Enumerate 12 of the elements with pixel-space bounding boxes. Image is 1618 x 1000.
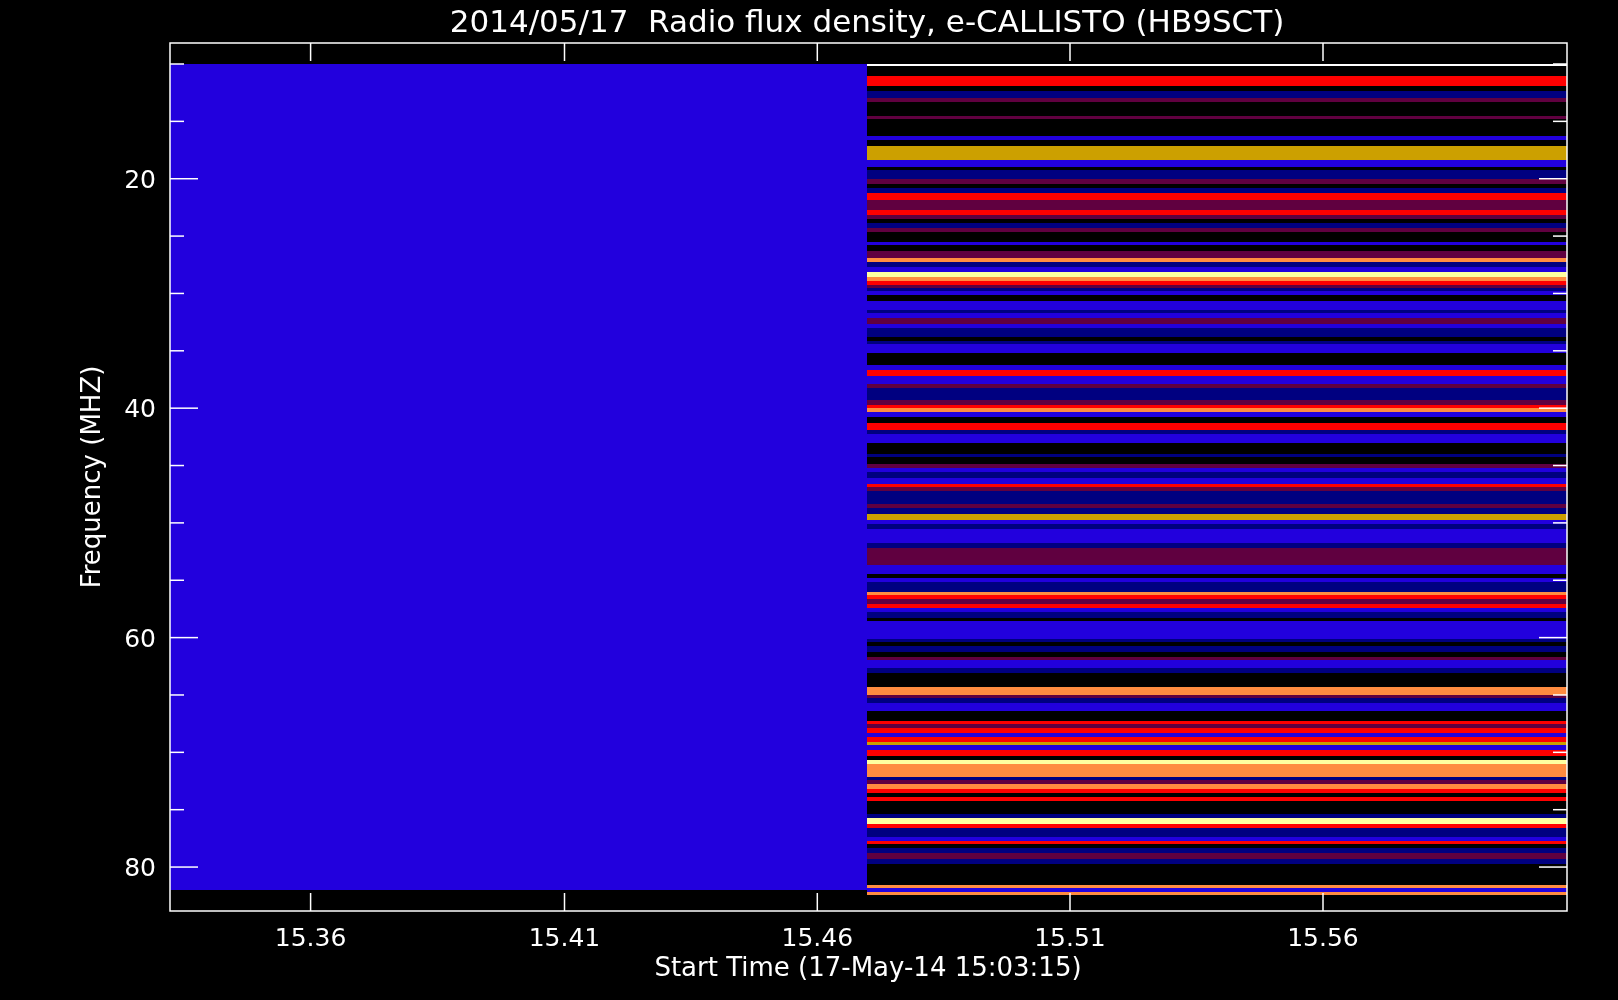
y-tick-label: 60 [124,623,156,653]
x-tick-label: 15.41 [528,923,601,952]
plot-title: 2014/05/17 Radio flux density, e-CALLISTO (HB9SCT) [449,3,1285,39]
y-tick-label: 40 [124,394,156,424]
x-tick-label: 15.46 [781,923,854,952]
x-tick-label: 15.56 [1287,923,1359,952]
y-tick-label: 20 [124,164,156,194]
x-tick-label: 15.51 [1034,923,1106,952]
x-axis-label: Start Time (17-May-14 15:03:15) [654,952,1082,982]
y-axis-label: Frequency (MHZ) [76,365,106,589]
y-tick-label: 80 [124,853,156,883]
x-tick-label: 15.36 [274,923,347,952]
